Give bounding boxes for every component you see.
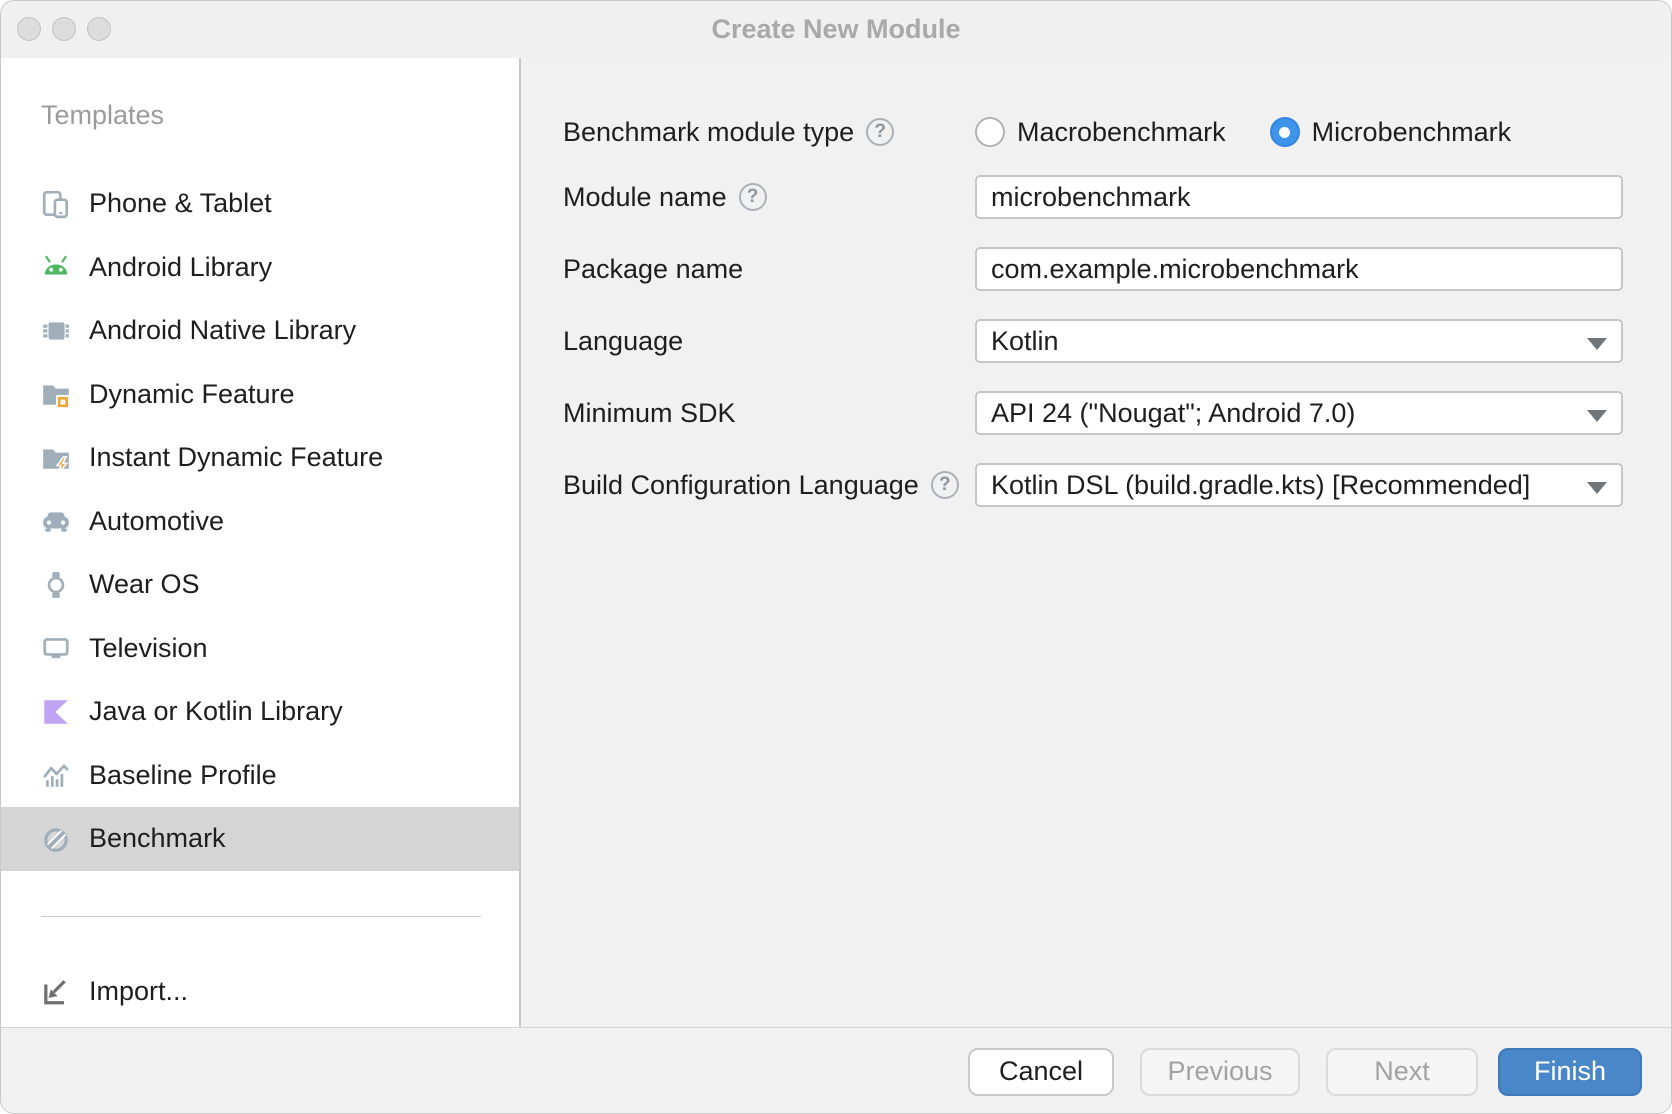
watch-icon xyxy=(41,570,71,600)
import-icon xyxy=(41,977,71,1007)
sidebar-item-import[interactable]: Import... xyxy=(1,960,519,1024)
templates-sidebar: Templates Phone & Tablet xyxy=(1,58,521,1027)
sidebar-item-benchmark[interactable]: Benchmark xyxy=(1,807,519,871)
sidebar-item-dynamic-feature[interactable]: Dynamic Feature xyxy=(1,363,519,427)
window-title: Create New Module xyxy=(1,1,1671,58)
sidebar-item-phone-tablet[interactable]: Phone & Tablet xyxy=(1,172,519,236)
sidebar-item-label: Android Library xyxy=(89,252,272,283)
sidebar-item-java-kotlin-library[interactable]: Java or Kotlin Library xyxy=(1,680,519,744)
benchmark-gauge-icon xyxy=(41,824,71,854)
cancel-button[interactable]: Cancel xyxy=(968,1048,1114,1096)
sidebar-item-television[interactable]: Television xyxy=(1,617,519,681)
sidebar-item-label: Benchmark xyxy=(89,823,226,854)
sidebar-item-label: Baseline Profile xyxy=(89,760,277,791)
baseline-profile-chart-icon xyxy=(41,760,71,790)
build-config-language-select[interactable]: Kotlin DSL (build.gradle.kts) [Recommend… xyxy=(975,463,1623,507)
instant-dynamic-feature-folder-icon xyxy=(41,443,71,473)
template-list: Phone & Tablet Android Library xyxy=(1,172,519,871)
language-select[interactable]: Kotlin xyxy=(975,319,1623,363)
previous-button[interactable]: Previous xyxy=(1140,1048,1300,1096)
sidebar-item-label: Television xyxy=(89,633,208,664)
benchmark-type-radio-group: Macrobenchmark Microbenchmark xyxy=(975,117,1555,148)
sidebar-item-label: Import... xyxy=(89,976,188,1007)
sidebar-item-android-native-library[interactable]: Android Native Library xyxy=(1,299,519,363)
radio-checked-icon[interactable] xyxy=(1270,117,1300,147)
sidebar-item-instant-dynamic-feature[interactable]: Instant Dynamic Feature xyxy=(1,426,519,490)
macrobenchmark-radio-option[interactable]: Macrobenchmark xyxy=(975,117,1226,148)
sidebar-item-label: Automotive xyxy=(89,506,224,537)
android-library-icon xyxy=(41,252,71,282)
help-icon[interactable]: ? xyxy=(739,183,767,211)
finish-button[interactable]: Finish xyxy=(1498,1048,1642,1096)
package-name-label: Package name xyxy=(563,254,975,285)
language-label: Language xyxy=(563,326,975,357)
help-icon[interactable]: ? xyxy=(866,118,894,146)
package-name-input[interactable] xyxy=(975,247,1623,291)
sidebar-item-label: Wear OS xyxy=(89,569,200,600)
minimum-sdk-select[interactable]: API 24 ("Nougat"; Android 7.0) xyxy=(975,391,1623,435)
sidebar-item-label: Android Native Library xyxy=(89,315,356,346)
sidebar-item-wear-os[interactable]: Wear OS xyxy=(1,553,519,617)
sidebar-item-android-library[interactable]: Android Library xyxy=(1,236,519,300)
chevron-down-icon xyxy=(1587,482,1607,494)
car-icon xyxy=(41,506,71,536)
templates-header: Templates xyxy=(41,100,164,131)
module-form: Benchmark module type ? Macrobenchmark M… xyxy=(521,58,1671,1027)
sidebar-item-label: Dynamic Feature xyxy=(89,379,295,410)
sidebar-item-baseline-profile[interactable]: Baseline Profile xyxy=(1,744,519,808)
create-new-module-dialog: Create New Module Templates Phone & Tabl… xyxy=(0,0,1672,1114)
sidebar-item-automotive[interactable]: Automotive xyxy=(1,490,519,554)
microbenchmark-radio-option[interactable]: Microbenchmark xyxy=(1270,117,1512,148)
chevron-down-icon xyxy=(1587,410,1607,422)
sidebar-item-label: Phone & Tablet xyxy=(89,188,272,219)
kotlin-flag-icon xyxy=(41,697,71,727)
dialog-footer: Cancel Previous Next Finish xyxy=(1,1027,1671,1114)
module-name-label: Module name ? xyxy=(563,182,975,213)
chevron-down-icon xyxy=(1587,338,1607,350)
next-button[interactable]: Next xyxy=(1326,1048,1478,1096)
minimum-sdk-label: Minimum SDK xyxy=(563,398,975,429)
build-config-language-label: Build Configuration Language ? xyxy=(563,470,975,501)
tv-icon xyxy=(41,633,71,663)
module-name-input[interactable] xyxy=(975,175,1623,219)
sidebar-item-label: Java or Kotlin Library xyxy=(89,696,343,727)
radio-unchecked-icon[interactable] xyxy=(975,117,1005,147)
sidebar-item-label: Instant Dynamic Feature xyxy=(89,442,383,473)
chip-icon xyxy=(41,316,71,346)
sidebar-divider xyxy=(41,916,481,917)
benchmark-module-type-label: Benchmark module type ? xyxy=(563,117,975,148)
dynamic-feature-folder-icon xyxy=(41,379,71,409)
phone-tablet-icon xyxy=(41,189,71,219)
title-bar: Create New Module xyxy=(1,1,1671,58)
help-icon[interactable]: ? xyxy=(931,471,959,499)
